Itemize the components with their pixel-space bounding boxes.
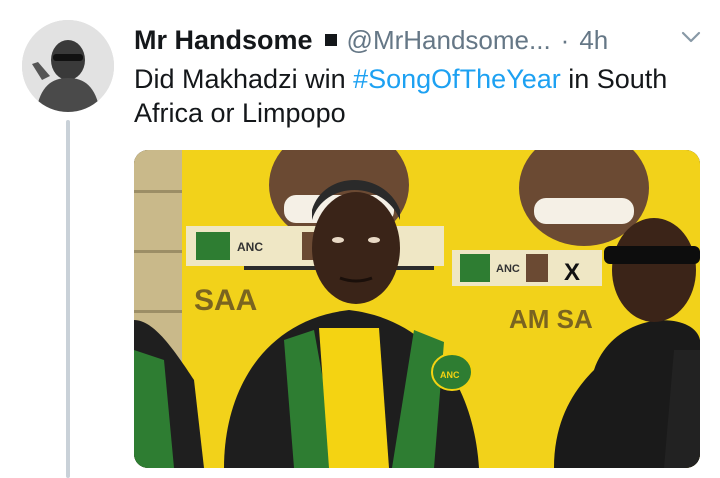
tweet-header: Mr Handsome @MrHandsome... · 4h — [134, 22, 704, 58]
jacket-badge-label: ANC — [440, 370, 460, 380]
tweet-card[interactable]: Mr Handsome @MrHandsome... · 4h Did Makh… — [0, 0, 720, 478]
tweet-media-image[interactable]: ANC X SAA ANC X AM SA — [134, 150, 700, 468]
svg-text:X: X — [564, 259, 580, 286]
caret-down-icon[interactable] — [678, 24, 704, 50]
author-handle[interactable]: @MrHandsome... — [347, 25, 551, 56]
poster-text-right: AM SA — [509, 304, 593, 334]
poster-badge-label-right: ANC — [496, 263, 520, 275]
hashtag-link[interactable]: #SongOfTheYear — [353, 64, 561, 94]
avatar[interactable] — [22, 20, 114, 112]
tweet-text-before: Did Makhadzi win — [134, 64, 354, 94]
verified-badge-icon — [324, 34, 337, 46]
poster-badge-label-left: ANC — [237, 240, 263, 254]
author-name[interactable]: Mr Handsome — [134, 25, 313, 56]
time-separator: · — [560, 24, 570, 55]
tweet-text: Did Makhadzi win #SongOfTheYear in South… — [134, 62, 694, 130]
timestamp[interactable]: 4h — [579, 25, 608, 56]
thread-connector-line — [66, 120, 70, 478]
poster-text-left: SAA — [194, 284, 257, 317]
